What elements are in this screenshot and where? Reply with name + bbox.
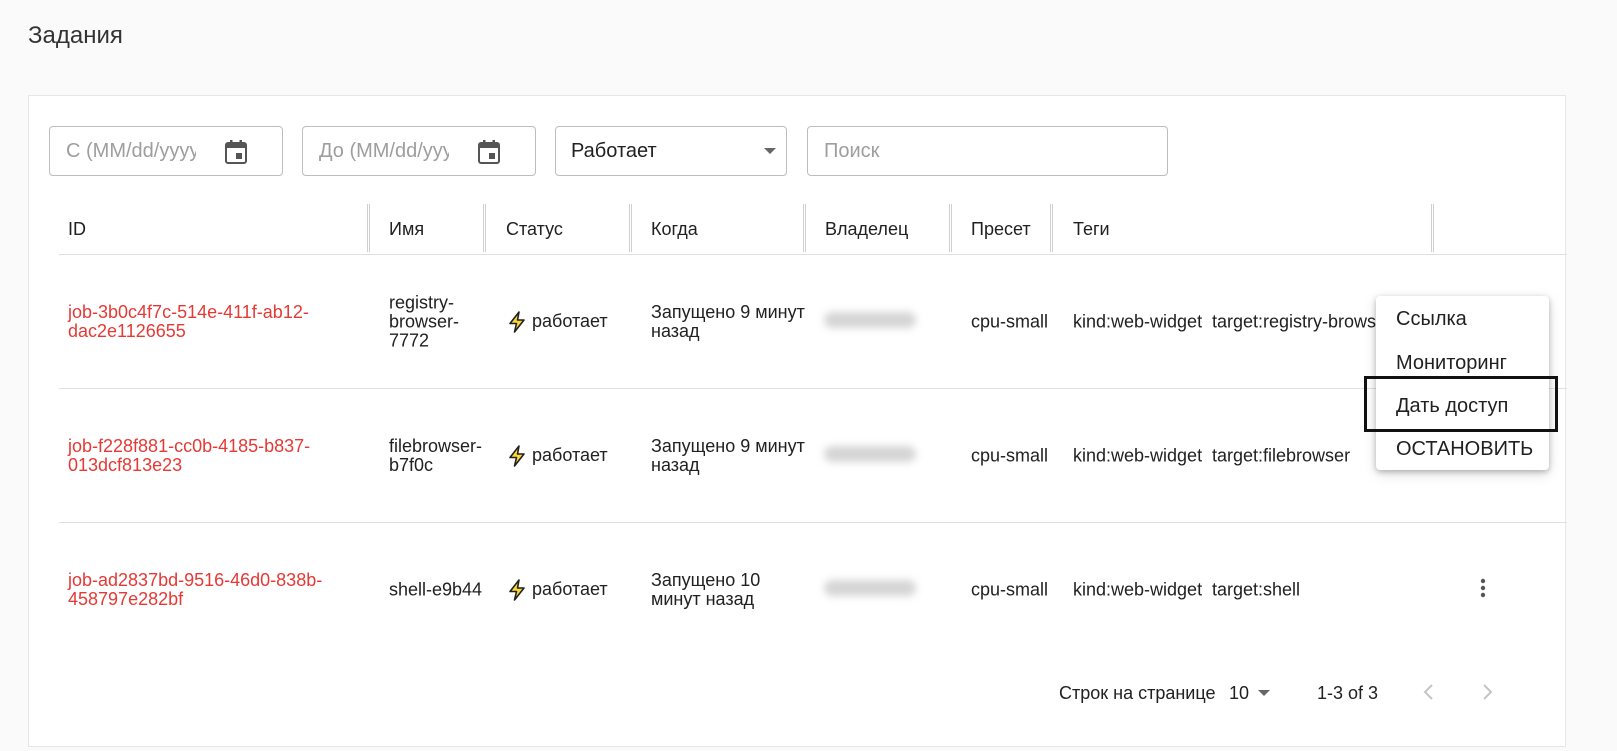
more-vert-icon[interactable] bbox=[1471, 576, 1495, 600]
job-tag: kind:web-widget bbox=[1073, 445, 1203, 465]
caret-down-icon bbox=[764, 148, 776, 154]
job-status-label: работает bbox=[532, 311, 608, 331]
column-resize-handle[interactable] bbox=[803, 204, 806, 252]
job-name: shell-e9b44 bbox=[389, 579, 483, 599]
job-tag: kind:web-widget bbox=[1073, 311, 1203, 331]
row-context-menu: Ссылка Мониторинг Дать доступ ОСТАНОВИТЬ bbox=[1376, 296, 1549, 470]
jobs-table: ID Имя Статус Когда Владелец Пресет Теги… bbox=[59, 204, 1567, 656]
job-name: filebrowser-b7f0c bbox=[389, 435, 483, 475]
rows-per-page-select[interactable]: 10 bbox=[1229, 683, 1249, 704]
job-tag: target:filebrowser bbox=[1212, 445, 1351, 465]
bolt-icon bbox=[509, 444, 525, 467]
date-to-input[interactable] bbox=[319, 127, 449, 175]
column-resize-handle[interactable] bbox=[1431, 204, 1434, 252]
search-field[interactable] bbox=[807, 126, 1168, 176]
pagination: Строк на странице 10 1-3 of 3 bbox=[29, 674, 1567, 714]
menu-item-stop[interactable]: ОСТАНОВИТЬ bbox=[1396, 438, 1533, 461]
page-title: Задания bbox=[28, 22, 123, 49]
header-name[interactable]: Имя bbox=[389, 219, 424, 240]
job-preset: cpu-small bbox=[971, 311, 1049, 331]
job-when: Запущено 9 минут назад bbox=[651, 435, 805, 475]
job-tag: kind:web-widget bbox=[1073, 579, 1203, 599]
header-owner[interactable]: Владелец bbox=[825, 219, 908, 240]
table-row[interactable]: job-ad2837bd-9516-46d0-838b-458797e282bf… bbox=[59, 523, 1567, 656]
header-status[interactable]: Статус bbox=[506, 219, 563, 240]
job-status-label: работает bbox=[532, 579, 608, 599]
column-resize-handle[interactable] bbox=[367, 204, 370, 252]
column-resize-handle[interactable] bbox=[483, 204, 486, 252]
header-tags[interactable]: Теги bbox=[1073, 219, 1110, 240]
row-actions-button[interactable] bbox=[1471, 576, 1495, 604]
column-resize-handle[interactable] bbox=[629, 204, 632, 252]
job-when: Запущено 10 минут назад bbox=[651, 569, 761, 609]
table-row[interactable]: job-f228f881-cc0b-4185-b837-013dcf813e23… bbox=[59, 389, 1567, 523]
jobs-card: Работает ID Имя Статус Когда Владелец Пр… bbox=[28, 95, 1567, 747]
table-header: ID Имя Статус Когда Владелец Пресет Теги bbox=[59, 204, 1567, 255]
chevron-left-icon[interactable] bbox=[1417, 680, 1441, 704]
job-id-link[interactable]: job-f228f881-cc0b-4185-b837-013dcf813e23 bbox=[68, 436, 338, 475]
job-preset: cpu-small bbox=[971, 579, 1049, 599]
bolt-icon bbox=[509, 310, 525, 333]
table-row[interactable]: job-3b0c4f7c-514e-411f-ab12-dac2e1126655… bbox=[59, 255, 1567, 389]
job-status: работает bbox=[506, 310, 608, 334]
header-id[interactable]: ID bbox=[68, 219, 86, 240]
bolt-icon bbox=[509, 578, 525, 601]
caret-down-icon[interactable] bbox=[1258, 690, 1270, 696]
job-owner-redacted bbox=[824, 579, 916, 600]
job-when: Запущено 9 минут назад bbox=[651, 301, 805, 341]
rows-per-page-label: Строк на странице bbox=[1059, 683, 1216, 703]
header-when[interactable]: Когда bbox=[651, 219, 698, 240]
column-resize-handle[interactable] bbox=[949, 204, 952, 252]
status-select[interactable]: Работает bbox=[555, 126, 787, 176]
job-status-label: работает bbox=[532, 445, 608, 465]
menu-item-monitoring[interactable]: Мониторинг bbox=[1396, 352, 1507, 375]
job-owner-redacted bbox=[824, 445, 916, 466]
menu-item-share[interactable]: Дать доступ bbox=[1396, 395, 1508, 418]
pagination-range: 1-3 of 3 bbox=[1317, 683, 1379, 703]
chevron-right-icon[interactable] bbox=[1475, 680, 1499, 704]
search-input[interactable] bbox=[824, 127, 1154, 175]
date-from-field[interactable] bbox=[49, 126, 283, 176]
status-select-value: Работает bbox=[571, 140, 657, 162]
job-owner-redacted bbox=[824, 311, 916, 332]
job-tag: target:registry-browser bbox=[1212, 311, 1393, 331]
header-preset[interactable]: Пресет bbox=[971, 219, 1031, 240]
job-id-link[interactable]: job-3b0c4f7c-514e-411f-ab12-dac2e1126655 bbox=[68, 302, 338, 341]
column-resize-handle[interactable] bbox=[1050, 204, 1053, 252]
job-status: работает bbox=[506, 578, 608, 602]
date-to-field[interactable] bbox=[302, 126, 536, 176]
job-status: работает bbox=[506, 444, 608, 468]
date-from-input[interactable] bbox=[66, 127, 196, 175]
job-tag: target:shell bbox=[1212, 579, 1301, 599]
job-preset: cpu-small bbox=[971, 445, 1049, 465]
job-name: registry-browser-7772 bbox=[389, 292, 460, 350]
calendar-icon[interactable] bbox=[477, 139, 501, 165]
job-id-link[interactable]: job-ad2837bd-9516-46d0-838b-458797e282bf bbox=[68, 570, 338, 609]
calendar-icon[interactable] bbox=[224, 139, 248, 165]
menu-item-link[interactable]: Ссылка bbox=[1396, 308, 1467, 331]
